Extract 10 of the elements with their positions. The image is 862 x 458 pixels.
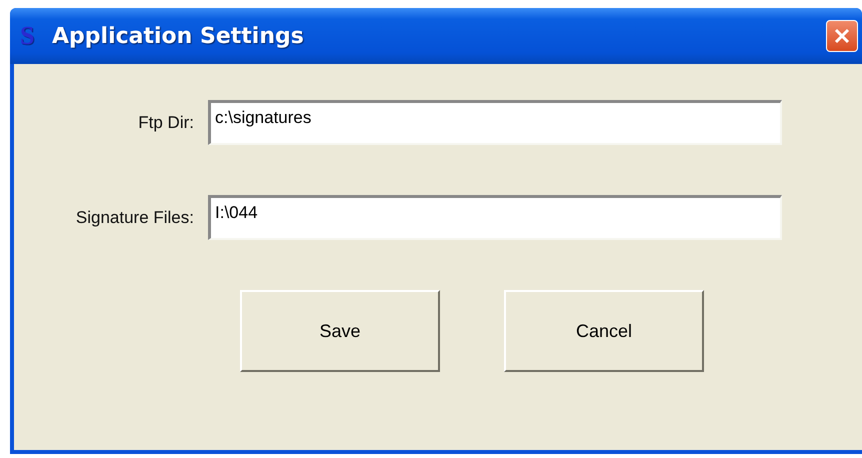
save-button[interactable]: Save [240,290,440,372]
close-icon [833,27,851,45]
field-label: Ftp Dir: [138,112,194,132]
field-label: Signature Files: [76,208,194,228]
close-button[interactable] [826,20,858,52]
cancel-button[interactable]: Cancel [504,290,704,372]
input-field[interactable]: I:\044 [208,195,782,240]
app-logo: S [20,21,36,51]
window-title: Application Settings [52,24,305,48]
input-field[interactable]: c:\signatures [208,100,782,145]
